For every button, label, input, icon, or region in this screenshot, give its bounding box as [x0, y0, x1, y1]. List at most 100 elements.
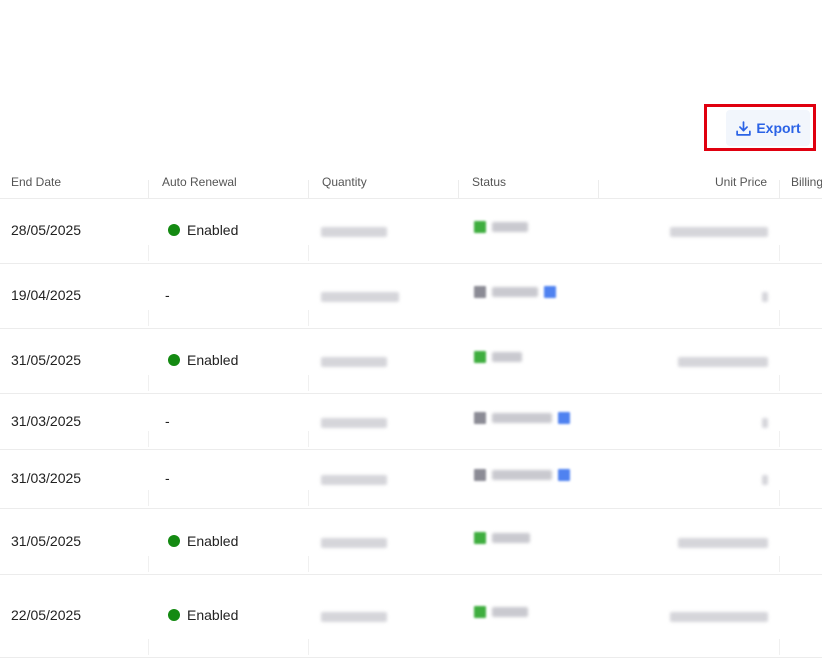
cell-divider [148, 639, 149, 655]
status-indicator-icon [474, 286, 486, 298]
cell-divider [308, 556, 309, 572]
cell-divider [308, 431, 309, 447]
auto-renewal-cell: Enabled [168, 221, 238, 239]
unit-price-cell-redacted [670, 222, 768, 240]
enabled-status-dot-icon [168, 354, 180, 366]
cell-divider [308, 375, 309, 391]
export-button[interactable]: Export [726, 110, 810, 146]
enabled-status-dot-icon [168, 609, 180, 621]
cell-divider [148, 556, 149, 572]
auto-renewal-label: Enabled [187, 533, 239, 549]
cell-divider [308, 639, 309, 655]
auto-renewal-cell: - [165, 286, 170, 304]
column-divider[interactable] [458, 180, 459, 198]
status-indicator-icon [474, 412, 486, 424]
quantity-cell-redacted [321, 607, 387, 625]
column-header-billing[interactable]: Billing [791, 175, 822, 189]
unit-price-cell-redacted [678, 352, 768, 370]
cell-divider [779, 431, 780, 447]
status-cell-redacted [474, 412, 570, 424]
status-cell-redacted [474, 532, 530, 544]
cell-divider [779, 245, 780, 261]
cell-divider [308, 310, 309, 326]
end-date-cell: 28/05/2025 [11, 222, 82, 238]
subscriptions-table: End Date Auto Renewal Quantity Status Un… [0, 166, 822, 658]
end-date-cell: 31/03/2025 [11, 470, 82, 486]
cell-divider [308, 490, 309, 506]
status-indicator-icon [474, 221, 486, 233]
table-row[interactable]: 19/04/2025 - [0, 264, 822, 329]
info-tag-icon[interactable] [558, 469, 570, 481]
status-cell-redacted [474, 286, 556, 298]
toolbar: Export [0, 0, 822, 160]
column-header-unit-price[interactable]: Unit Price [715, 175, 767, 189]
cell-divider [148, 490, 149, 506]
end-date-cell: 19/04/2025 [11, 287, 82, 303]
table-row[interactable]: 31/03/2025 - [0, 394, 822, 450]
enabled-status-dot-icon [168, 224, 180, 236]
status-indicator-icon [474, 606, 486, 618]
auto-renewal-cell: Enabled [168, 351, 238, 369]
auto-renewal-label: Enabled [187, 607, 239, 623]
column-header-status[interactable]: Status [472, 175, 506, 189]
auto-renewal-label: Enabled [187, 222, 239, 238]
auto-renewal-cell: - [165, 412, 170, 430]
cell-divider [779, 490, 780, 506]
unit-price-cell-redacted [678, 533, 768, 551]
status-indicator-icon [474, 469, 486, 481]
cell-divider [148, 431, 149, 447]
quantity-cell-redacted [321, 287, 399, 305]
cell-divider [779, 639, 780, 655]
quantity-cell-redacted [321, 352, 387, 370]
quantity-cell-redacted [321, 413, 387, 431]
quantity-cell-redacted [321, 533, 387, 551]
cell-divider [779, 310, 780, 326]
cell-divider [148, 310, 149, 326]
export-label: Export [756, 120, 801, 136]
table-row[interactable]: 22/05/2025 Enabled [0, 575, 822, 658]
table-row[interactable]: 31/05/2025 Enabled [0, 509, 822, 575]
info-tag-icon[interactable] [558, 412, 570, 424]
auto-renewal-label: - [165, 287, 170, 303]
download-icon [735, 120, 752, 137]
unit-price-cell-redacted [762, 413, 768, 431]
auto-renewal-cell: Enabled [168, 606, 238, 624]
column-divider[interactable] [779, 180, 780, 198]
cell-divider [779, 375, 780, 391]
status-cell-redacted [474, 469, 570, 481]
column-divider[interactable] [598, 180, 599, 198]
cell-divider [148, 245, 149, 261]
auto-renewal-label: - [165, 413, 170, 429]
end-date-cell: 31/05/2025 [11, 533, 82, 549]
cell-divider [779, 556, 780, 572]
status-cell-redacted [474, 221, 528, 233]
status-indicator-icon [474, 532, 486, 544]
unit-price-cell-redacted [762, 470, 768, 488]
auto-renewal-cell: Enabled [168, 532, 238, 550]
status-cell-redacted [474, 606, 528, 618]
end-date-cell: 31/03/2025 [11, 413, 82, 429]
column-header-auto-renewal[interactable]: Auto Renewal [162, 175, 237, 189]
info-tag-icon[interactable] [544, 286, 556, 298]
column-divider[interactable] [308, 180, 309, 198]
end-date-cell: 22/05/2025 [11, 607, 82, 623]
status-cell-redacted [474, 351, 522, 363]
table-body: 28/05/2025 Enabled 19/04/2025 - 31/05/2025 En… [0, 199, 822, 658]
auto-renewal-cell: - [165, 469, 170, 487]
cell-divider [308, 245, 309, 261]
column-divider[interactable] [148, 180, 149, 198]
column-header-quantity[interactable]: Quantity [322, 175, 367, 189]
table-header: End Date Auto Renewal Quantity Status Un… [0, 166, 822, 199]
table-row[interactable]: 28/05/2025 Enabled [0, 199, 822, 264]
table-row[interactable]: 31/03/2025 - [0, 450, 822, 509]
end-date-cell: 31/05/2025 [11, 352, 82, 368]
column-header-end-date[interactable]: End Date [11, 175, 61, 189]
unit-price-cell-redacted [670, 607, 768, 625]
unit-price-cell-redacted [762, 287, 768, 305]
status-indicator-icon [474, 351, 486, 363]
table-row[interactable]: 31/05/2025 Enabled [0, 329, 822, 394]
quantity-cell-redacted [321, 222, 387, 240]
quantity-cell-redacted [321, 470, 387, 488]
enabled-status-dot-icon [168, 535, 180, 547]
auto-renewal-label: - [165, 470, 170, 486]
